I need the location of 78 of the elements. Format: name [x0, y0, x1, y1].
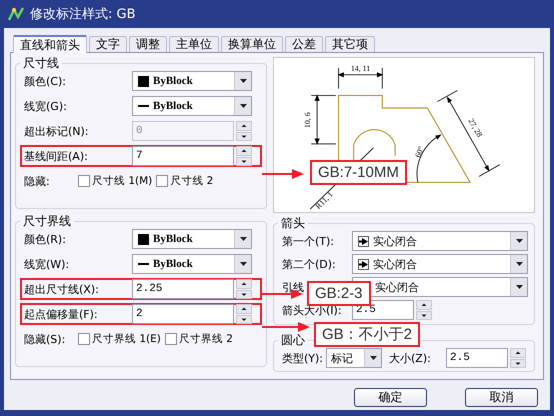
number-field[interactable]: 7 [132, 146, 234, 166]
dialog-button[interactable]: 取消 [465, 388, 538, 407]
field-label: 基线间距(A): [24, 150, 88, 162]
annotation-tooltip: GB：不小于2 [314, 322, 420, 347]
group-title: 尺寸线 [22, 57, 60, 70]
group-title: 箭头 [280, 217, 306, 230]
dialog-button[interactable]: 确定 [354, 388, 427, 407]
tab[interactable]: 文字 [89, 36, 127, 52]
dropdown-field[interactable]: ByBlock [132, 229, 252, 249]
tab[interactable]: 换算单位 [221, 36, 283, 52]
checkbox[interactable] [78, 175, 90, 187]
field-label: 类型(Y): [282, 350, 324, 366]
field-label: 隐藏: [24, 174, 51, 188]
dimension-value: 10, 6 [303, 112, 312, 128]
field-label: 箭头大小(I): [282, 304, 342, 316]
checkbox[interactable] [78, 333, 90, 345]
dropdown-field[interactable]: 标记 [326, 348, 382, 368]
checkbox-label: 尺寸线 1(M) [92, 174, 152, 188]
caret-icon [240, 262, 246, 266]
dropdown-field[interactable]: ByBlock [132, 254, 252, 274]
caret-icon [516, 239, 522, 243]
dropdown-field[interactable]: 实心闭合 [352, 231, 528, 251]
dropdown-field[interactable]: ByBlock [132, 71, 252, 91]
field-label: 超出标记(N): [24, 124, 89, 138]
field-label: 颜色(R): [24, 232, 66, 246]
tab[interactable]: 其它项 [325, 36, 375, 52]
caret-icon [240, 79, 246, 83]
dropdown-button[interactable] [510, 255, 527, 273]
caret-icon [516, 262, 522, 266]
dropdown-button[interactable] [510, 278, 527, 296]
field-label: 线宽(W): [24, 258, 70, 270]
dropdown-button[interactable] [234, 230, 251, 248]
field-label: 引线 [282, 280, 304, 294]
checkbox-label: 尺寸线 2 [170, 174, 214, 188]
dropdown-field[interactable]: 实心闭合 [352, 254, 528, 274]
number-field[interactable]: 2 [132, 304, 234, 324]
field-label: 起点偏移量(F): [24, 308, 98, 320]
checkbox-label: 尺寸界线 2 [178, 332, 233, 346]
field-label: 颜色(C): [24, 74, 66, 88]
checkbox[interactable] [164, 333, 177, 345]
checkbox[interactable] [156, 175, 168, 187]
spin-buttons[interactable] [416, 300, 432, 320]
field-label: 第二个(D): [282, 258, 336, 270]
dropdown-button[interactable] [510, 232, 527, 250]
field-label: 第一个(T): [282, 234, 334, 248]
tab[interactable]: 公差 [285, 36, 323, 52]
caret-icon [516, 285, 522, 289]
annotation-tooltip: GB:2-3 [307, 281, 371, 306]
pointer-arrow [262, 169, 304, 179]
caret-icon [240, 104, 246, 108]
dropdown-button[interactable] [364, 349, 382, 367]
field-label: 线宽(G): [24, 100, 67, 112]
annotation-tooltip: GB:7-10MM [310, 160, 407, 185]
caret-icon [240, 237, 246, 241]
field-label: 大小(Z): [389, 352, 431, 364]
spin-buttons[interactable] [236, 279, 252, 299]
window-title: 修改标注样式: GB [30, 6, 136, 23]
tab[interactable]: 调整 [129, 36, 167, 52]
number-field[interactable]: 2.25 [132, 279, 234, 299]
spin-buttons[interactable] [236, 304, 252, 324]
spin-buttons[interactable] [236, 146, 252, 166]
number-field[interactable]: 2.5 [446, 348, 508, 368]
app-logo-icon [8, 6, 24, 22]
tab[interactable]: 主单位 [169, 36, 219, 52]
dropdown-button[interactable] [234, 72, 251, 90]
field-label: 超出尺寸线(X): [24, 282, 99, 296]
group-title: 圆心 [280, 334, 306, 347]
group-title: 尺寸界线 [22, 215, 72, 228]
spin-buttons[interactable] [510, 348, 526, 368]
dropdown-button[interactable] [234, 97, 251, 115]
checkbox-label: 尺寸界线 1(E) [92, 332, 161, 346]
dimension-value: 14, 11 [350, 64, 370, 73]
field-label: 隐藏(S): [24, 332, 66, 346]
pointer-arrow [262, 322, 310, 332]
dropdown-field[interactable]: ByBlock [132, 96, 252, 116]
tab[interactable]: 直线和箭头 [13, 35, 87, 53]
dropdown-button[interactable] [234, 255, 251, 273]
caret-icon [370, 356, 377, 360]
